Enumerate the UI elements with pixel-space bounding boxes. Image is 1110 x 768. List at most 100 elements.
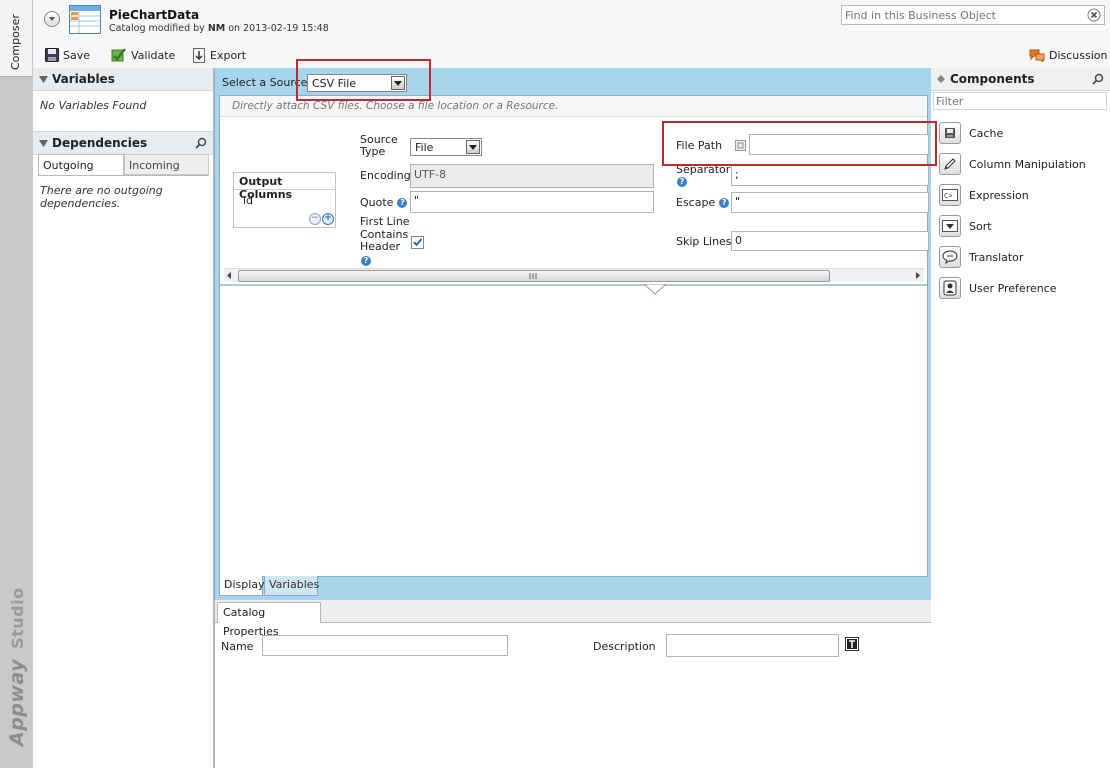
floppy-disk-icon	[45, 48, 59, 62]
quote-label-group: Quote ?	[360, 196, 408, 209]
subtitle-prefix: Catalog modified by	[109, 23, 205, 34]
remove-column-icon[interactable]: −	[309, 213, 321, 225]
pencil-icon	[939, 153, 961, 175]
catalog-subtitle: Catalog modified by NM on 2013-02-19 15:…	[109, 23, 329, 34]
components-header: Components	[931, 68, 1110, 91]
description-input[interactable]	[666, 634, 839, 657]
subtitle-mid: on	[228, 23, 241, 34]
user-preference-icon	[939, 277, 961, 299]
validate-button[interactable]: Validate	[111, 48, 175, 62]
source-type-select[interactable]: File	[410, 138, 482, 156]
tab-display[interactable]: Display	[219, 576, 265, 596]
components-filter-input[interactable]	[933, 92, 1107, 110]
collapse-header-button[interactable]	[44, 11, 60, 27]
highlight-box-file-path	[662, 121, 937, 166]
component-cache[interactable]: Cache	[939, 122, 1003, 144]
component-label: Cache	[969, 126, 1004, 140]
scrollbar-thumb[interactable]	[238, 270, 830, 282]
composer-tab[interactable]: Composer	[0, 0, 32, 77]
skip-lines-input[interactable]: 0	[731, 231, 929, 251]
clear-search-icon[interactable]	[1087, 8, 1101, 22]
hint-text: Directly attach CSV files. Choose a file…	[232, 100, 559, 112]
source-type-dropdown-button[interactable]	[466, 140, 480, 154]
components-title: Components	[950, 72, 1035, 86]
text-editor-icon[interactable]	[845, 637, 859, 651]
output-columns-box: Output Columns id − +	[233, 172, 336, 228]
name-input[interactable]	[262, 635, 508, 656]
save-button-label: Save	[63, 48, 91, 62]
checkmark-icon	[413, 238, 423, 247]
subtitle-timestamp: 2013-02-19 15:48	[243, 23, 329, 34]
collapse-triangle-icon	[39, 75, 48, 83]
source-type-label: Source Type	[360, 133, 398, 158]
composer-tab-label: Composer	[9, 14, 22, 70]
help-icon[interactable]: ?	[677, 177, 687, 187]
tab-outgoing[interactable]: Outgoing	[38, 154, 124, 175]
components-panel: Components Cache Column Manipulation C> …	[931, 68, 1110, 768]
component-translator[interactable]: Translator	[939, 246, 1023, 268]
variables-section-header[interactable]: Variables	[33, 68, 213, 91]
component-expression[interactable]: C> Expression	[939, 184, 1029, 206]
tab-catalog-properties[interactable]: Catalog Properties	[217, 602, 321, 638]
search-icon[interactable]	[1092, 73, 1104, 85]
highlight-box-source	[296, 59, 431, 101]
cache-icon	[939, 122, 961, 144]
checkmark-icon	[111, 48, 126, 62]
export-button[interactable]: Export	[192, 48, 246, 63]
quote-input[interactable]: "	[410, 191, 654, 213]
brand-name: Appway	[6, 658, 28, 746]
skip-lines-label: Skip Lines	[676, 235, 732, 248]
splitter[interactable]	[220, 284, 927, 286]
header: PieChartData Catalog modified by NM on 2…	[33, 0, 1110, 69]
separator-input[interactable]: ;	[731, 165, 929, 186]
horizontal-scrollbar[interactable]	[224, 268, 924, 282]
subtitle-author: NM	[207, 23, 226, 34]
export-icon	[193, 48, 205, 63]
discussion-button-label: Discussion	[1049, 48, 1108, 62]
scroll-right-icon[interactable]	[914, 271, 922, 280]
diamond-icon	[937, 75, 945, 83]
scroll-left-icon[interactable]	[225, 271, 233, 280]
chevron-down-icon	[469, 145, 477, 150]
encoding-field: UTF-8	[410, 164, 654, 188]
grip-icon	[529, 273, 537, 279]
output-columns-title: Output Columns	[234, 173, 335, 201]
brand-suffix: Studio	[8, 587, 27, 649]
help-icon[interactable]: ?	[397, 197, 408, 208]
dependencies-section-header[interactable]: Dependencies	[33, 131, 213, 155]
component-label: Translator	[969, 250, 1024, 264]
splitter-handle-icon[interactable]	[644, 284, 666, 296]
editor-panel: Directly attach CSV files. Choose a file…	[219, 95, 929, 577]
component-column-manipulation[interactable]: Column Manipulation	[939, 153, 1086, 175]
catalog-icon	[69, 5, 101, 35]
component-sort[interactable]: Sort	[939, 215, 992, 237]
select-source-label: Select a Source	[222, 76, 308, 89]
add-column-icon[interactable]: +	[322, 213, 334, 225]
search-icon[interactable]	[195, 137, 207, 149]
dependencies-title: Dependencies	[52, 136, 148, 150]
component-label: Sort	[969, 219, 992, 233]
speech-bubble-icon	[939, 246, 961, 268]
tab-divider	[38, 175, 209, 176]
tab-incoming[interactable]: Incoming	[124, 154, 209, 175]
save-button[interactable]: Save	[45, 48, 90, 62]
help-icon[interactable]: ?	[719, 197, 730, 208]
quote-label: Quote	[360, 196, 394, 209]
component-label: Expression	[969, 188, 1029, 202]
validate-button-label: Validate	[131, 48, 176, 62]
first-line-checkbox[interactable]	[411, 236, 424, 249]
help-icon[interactable]: ?	[361, 256, 371, 266]
page-title: PieChartData	[109, 8, 200, 22]
expression-icon: C>	[939, 184, 961, 206]
discussion-button[interactable]: Discussion	[1029, 48, 1108, 62]
search-input[interactable]	[842, 6, 1085, 24]
escape-label-group: Escape ?	[676, 196, 730, 209]
description-label: Description	[593, 640, 656, 653]
name-label: Name	[221, 640, 254, 653]
tab-variables[interactable]: Variables	[264, 576, 319, 596]
component-user-preference[interactable]: User Preference	[939, 277, 1057, 299]
escape-input[interactable]: "	[731, 192, 929, 213]
variables-title: Variables	[52, 72, 115, 86]
export-button-label: Export	[210, 49, 247, 62]
component-label: Column Manipulation	[969, 157, 1086, 171]
